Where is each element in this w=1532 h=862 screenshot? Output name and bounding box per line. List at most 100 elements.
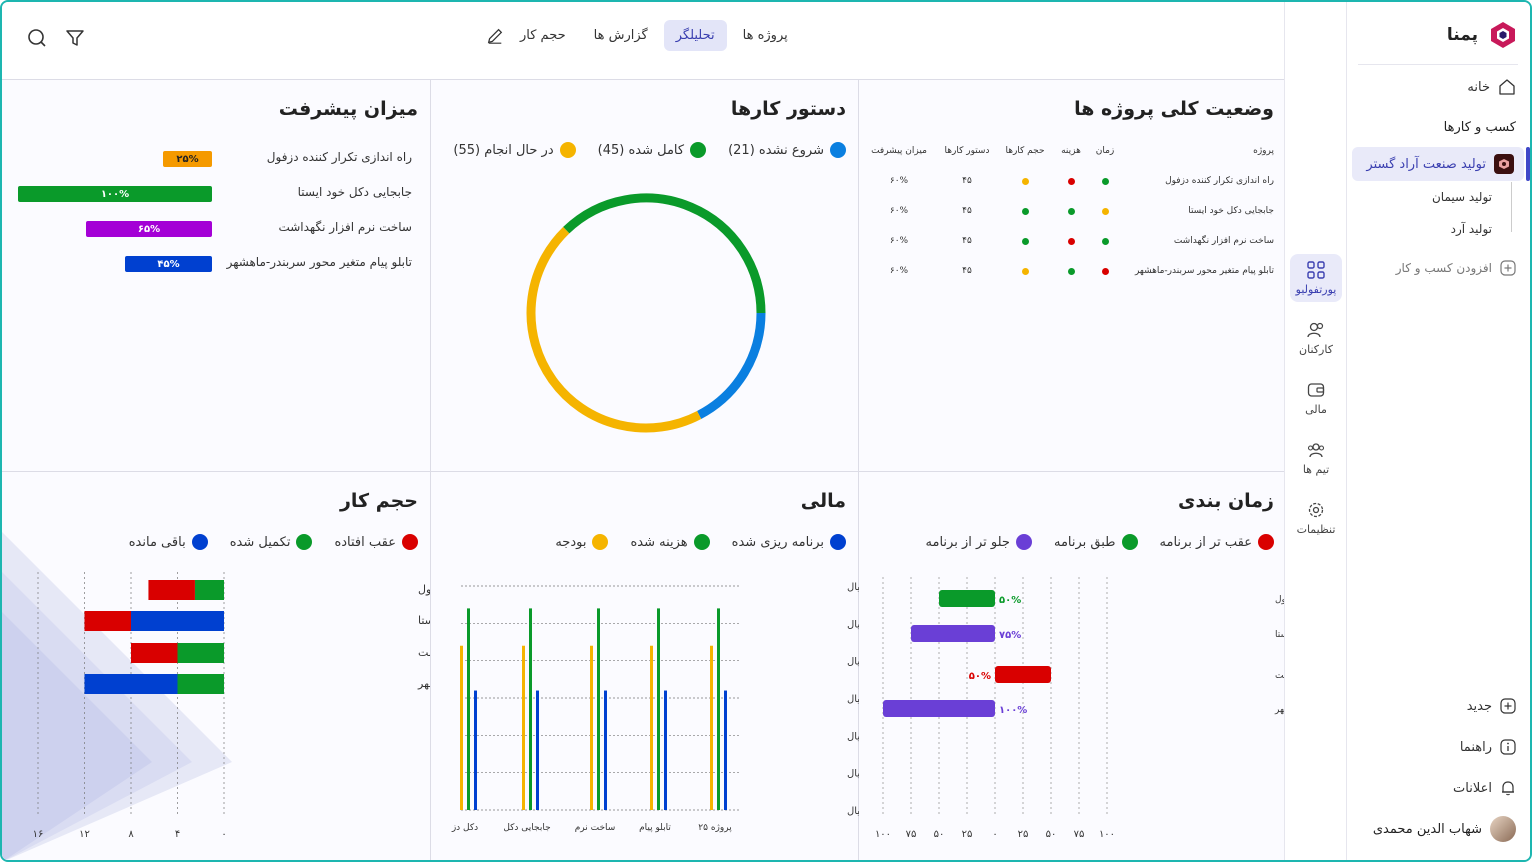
x-tick-label: تابلو پیام [639, 823, 671, 833]
new-label: جدید [1466, 698, 1492, 714]
table-cell-progress: ۶۰% [889, 206, 909, 216]
tab-reports[interactable]: گزارش ها [582, 20, 660, 51]
table-cell-progress: ۶۰% [889, 176, 909, 186]
workload-panel: حجم کار عقب افتاده تکمیل شده باقی مانده … [2, 472, 430, 860]
legend-label: برنامه ریزی شده [731, 534, 824, 550]
rail-teams[interactable]: تیم ها [1290, 434, 1342, 482]
workorders-legend: شروع نشده (21) کامل شده (45) در حال انجا… [453, 142, 846, 158]
rail-finance[interactable]: مالی [1290, 374, 1342, 422]
table-cell-progress: ۶۰% [889, 266, 909, 276]
table-cell-project: جابجایی دکل خود ایستا [1188, 206, 1274, 216]
x-tick-label: ۵۰ [1046, 829, 1057, 840]
donut-slice [563, 193, 766, 314]
brand[interactable]: پمنا [1447, 20, 1518, 50]
progress-item-label: تابلو پیام متغیر محور سربندر-ماهشهر [226, 255, 412, 269]
tab-analyzer[interactable]: تحلیلگر [663, 20, 727, 51]
x-tick-label: ۰ [221, 829, 226, 840]
legend-label: عقب تر از برنامه [1159, 534, 1252, 550]
user-name: شهاب الدین محمدی [1372, 821, 1482, 837]
legend-dot [1121, 534, 1138, 550]
x-tick-label: ساخت نرم [575, 823, 616, 833]
status-dot-cost [1068, 268, 1075, 275]
workorders-panel: دستور کارها شروع نشده (21) کامل شده (45)… [430, 80, 858, 472]
gear-icon [1308, 502, 1324, 517]
legend-dot [296, 534, 313, 550]
rail-settings[interactable]: تنظیمات [1290, 494, 1342, 542]
finance-panel: مالی برنامه ریزی شده هزینه شده بودجه ۳,۰… [430, 472, 859, 860]
finance-bar [717, 608, 720, 810]
rail-portfolio[interactable]: پورتفولیو [1290, 254, 1342, 302]
finance-bar [604, 690, 607, 810]
sidebar-business-item[interactable]: تولید آرد [1451, 222, 1492, 236]
legend-dot [402, 534, 418, 550]
table-cell-progress: ۶۰% [889, 236, 909, 246]
legend-label: کامل شده (45) [597, 142, 685, 158]
add-business-label: افزودن کسب و کار [1395, 261, 1492, 275]
finance-bar [664, 690, 667, 810]
rail-staff[interactable]: کارکنان [1290, 314, 1342, 362]
schedule-bar-label: ۷۵% [999, 630, 1021, 641]
finance-bar [467, 608, 470, 810]
top-header: پروژه ها تحلیلگر گزارش ها حجم کار [2, 2, 1286, 80]
search-icon[interactable] [27, 28, 47, 48]
workload-bar [84, 611, 131, 631]
notifications-button[interactable]: اعلانات [1453, 780, 1516, 796]
x-tick-label: ۲۵ [962, 829, 973, 840]
table-header: حجم کارها [1005, 146, 1045, 156]
legend-dot [559, 142, 576, 158]
new-button[interactable]: جدید [1467, 698, 1516, 714]
legend-not-started: شروع نشده (21) [728, 142, 846, 158]
user-profile[interactable]: شهاب الدین محمدی [1373, 816, 1516, 842]
x-tick-label: ۱۰۰ [875, 829, 891, 840]
edit-icon[interactable] [486, 27, 504, 45]
legend-label: بودجه [555, 534, 587, 550]
add-business-button[interactable]: افزودن کسب و کار [1396, 260, 1516, 276]
legend-label: در حال انجام (55) [453, 142, 554, 158]
finance-legend: برنامه ریزی شده هزینه شده بودجه [555, 534, 846, 550]
finance-bar [460, 645, 463, 810]
legend-completed: کامل شده (45) [597, 142, 707, 158]
tab-projects[interactable]: پروژه ها [731, 20, 800, 51]
finance-chart: ۳,۰۰۰,۰۰۰,۰۰۰ ریال ۲,۵۰۰,۰۰۰,۰۰۰ ریال ۲,۰۰… [451, 582, 859, 833]
y-tick-label: ۳,۰۰۰,۰۰۰,۰۰۰ ریال [847, 582, 859, 593]
workload-bar [84, 674, 178, 694]
notifications-label: اعلانات [1453, 780, 1492, 796]
sidebar-business-active[interactable]: تولید صنعت آراد گستر [1352, 147, 1530, 181]
finance-bar [724, 690, 727, 810]
legend-label: طبق برنامه [1053, 534, 1116, 550]
sidebar-business-item[interactable]: تولید سیمان [1432, 190, 1492, 204]
schedule-chart: ۱۰۰۷۵۵۰۲۵۰۲۵۵۰۷۵۱۰۰راه اندازی تکرار کنند… [875, 577, 1287, 840]
x-tick-label: ۱۲ [79, 829, 90, 840]
progress-item-label: راه اندازی تکرار کننده دزفول [266, 150, 412, 164]
avatar [1490, 816, 1516, 842]
status-dot-cost [1068, 238, 1075, 245]
workload-bar [177, 674, 224, 694]
overview-panel: وضعیت کلی پروژه ها پروژه زمان هزینه حجم کار… [858, 80, 1286, 472]
y-tick-label: ۵۰۰,۰۰۰,۰۰۰ ریال [847, 769, 859, 780]
brand-logo-icon [1491, 22, 1515, 48]
legend-dot [1015, 534, 1032, 550]
y-tick-label: ۲,۵۰۰,۰۰۰,۰۰۰ ریال [847, 619, 859, 630]
progress-bar: ۱۰۰% [18, 186, 212, 202]
legend-spent: هزینه شده [630, 534, 710, 550]
status-dot-time [1102, 178, 1109, 185]
workload-bar [194, 580, 224, 600]
finance-bar [710, 645, 713, 810]
x-tick-label: دکل دز [451, 823, 478, 833]
tab-workload[interactable]: حجم کار [508, 20, 578, 51]
legend-dot [830, 142, 846, 158]
workload-legend: عقب افتاده تکمیل شده باقی مانده [129, 534, 418, 550]
guide-button[interactable]: راهنما [1460, 739, 1516, 755]
legend-label: هزینه شده [630, 534, 688, 550]
legend-ahead: جلو تر از برنامه [926, 534, 1032, 550]
table-header: دستور کارها [944, 146, 990, 156]
status-dot-cost [1068, 178, 1075, 185]
sidebar-item-home[interactable]: خانه [1467, 78, 1516, 96]
schedule-bar-label: ۵۰% [969, 671, 991, 682]
finance-bar [522, 645, 525, 810]
project-label: تابلو پیام متغیر محور سربندر-ماهشهر [417, 677, 430, 690]
main-sidebar: پمنا خانه کسب و کارها تولید صنعت آراد گس… [1346, 2, 1530, 860]
team-icon [1307, 442, 1325, 457]
home-icon [1499, 79, 1515, 95]
filter-icon[interactable] [65, 28, 85, 48]
